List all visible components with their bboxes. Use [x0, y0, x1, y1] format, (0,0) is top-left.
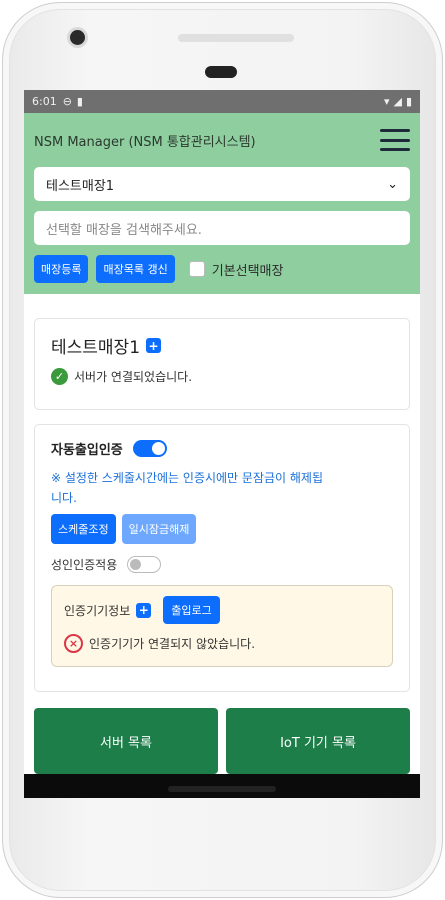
device-status: 인증기기가 연결되지 않았습니다.	[89, 637, 256, 651]
plus-icon[interactable]: +	[136, 602, 152, 618]
search-placeholder: 선택할 매장을 검색해주세요.	[46, 222, 202, 238]
auto-auth-label: 자동출입인증	[51, 443, 123, 458]
store-select-value: 테스트매장1	[46, 178, 115, 194]
bottom-buttons: 서버 목록 IoT 기기 목록	[34, 708, 410, 774]
adult-auth-toggle[interactable]	[127, 556, 162, 573]
app-title: NSM Manager (NSM 통합관리시스템)	[34, 134, 256, 150]
device-info-label: 인증기기정보	[64, 603, 131, 618]
wifi-icon: ▾	[383, 95, 390, 108]
store-card: 테스트매장1 + ✓ 서버가 연결되었습니다.	[34, 318, 410, 410]
register-store-button[interactable]: 매장등록	[34, 255, 89, 283]
server-list-button[interactable]: 서버 목록	[34, 708, 218, 774]
default-store-label: 기본선택매장	[211, 263, 284, 279]
error-circle-icon: ×	[64, 634, 83, 653]
sensor-bar	[178, 34, 294, 42]
signal-icon: ◢	[393, 95, 402, 108]
access-log-button[interactable]: 출입로그	[163, 596, 220, 624]
device-info-box: 인증기기정보 + 출입로그 × 인증기기가 연결되지 않았습니다.	[51, 585, 393, 667]
plus-icon[interactable]: +	[146, 338, 162, 353]
check-circle-icon: ✓	[51, 368, 68, 385]
refresh-store-list-button[interactable]: 매장목록 갱신	[96, 255, 175, 283]
chevron-down-icon: ⌄	[387, 176, 398, 192]
status-bar: 6:01 ⊖ ▮ ▾ ◢ ▮	[24, 90, 420, 113]
menu-icon[interactable]	[380, 129, 410, 151]
sim-icon: ▮	[76, 95, 83, 108]
server-status: 서버가 연결되었습니다.	[74, 370, 193, 384]
default-store-checkbox[interactable]: 기본선택매장	[188, 260, 284, 279]
store-name: 테스트매장1	[51, 338, 141, 358]
store-search-input[interactable]: 선택할 매장을 검색해주세요.	[34, 211, 410, 245]
home-indicator[interactable]	[168, 786, 276, 792]
auto-auth-toggle[interactable]	[132, 440, 167, 457]
battery-icon: ▮	[405, 95, 412, 108]
app-header: NSM Manager (NSM 통합관리시스템) 테스트매장1 ⌄ 선택할 매…	[24, 113, 420, 294]
adult-auth-label: 성인인증적용	[51, 558, 118, 572]
earpiece-speaker	[205, 66, 237, 78]
front-camera	[70, 30, 85, 45]
schedule-note: ※ 설정한 스케줄시간에는 인증시에만 문잠금이 해제됩 니다.	[51, 468, 393, 508]
temp-unlock-button[interactable]: 일시잠금해제	[121, 514, 197, 544]
checkbox-box[interactable]	[188, 261, 205, 277]
store-select[interactable]: 테스트매장1 ⌄	[34, 167, 410, 201]
schedule-adjust-button[interactable]: 스케줄조정	[51, 514, 116, 544]
sync-icon: ⊖	[62, 95, 72, 108]
auth-card: 자동출입인증 ※ 설정한 스케줄시간에는 인증시에만 문잠금이 해제됩 니다. …	[34, 424, 410, 692]
app-screen: 6:01 ⊖ ▮ ▾ ◢ ▮ NSM Manager (NSM 통합관리시스템)…	[24, 90, 420, 798]
schedule-note-line2: 니다.	[51, 491, 77, 505]
schedule-note-line1: ※ 설정한 스케줄시간에는 인증시에만 문잠금이 해제됩	[51, 471, 324, 485]
iot-device-list-button[interactable]: IoT 기기 목록	[226, 708, 410, 774]
status-time: 6:01	[32, 95, 57, 108]
